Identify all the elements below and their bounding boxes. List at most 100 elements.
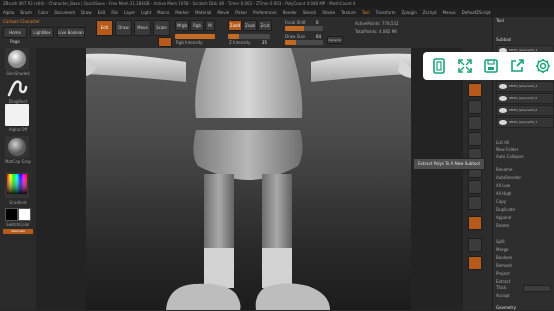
zsub-button[interactable]: Zsub	[243, 20, 257, 31]
edit-button[interactable]: Edit	[96, 20, 113, 36]
menu-item-draw[interactable]: Draw	[78, 8, 94, 17]
subtool-item[interactable]: PM3D_Sphere3D_7	[496, 117, 554, 128]
material-button[interactable]	[5, 48, 29, 70]
copy-button[interactable]: Copy	[496, 199, 552, 205]
menu-item-color[interactable]: Color	[35, 8, 51, 17]
draw-button[interactable]: Draw	[115, 20, 132, 36]
color-picker[interactable]	[5, 172, 29, 198]
menu-item-edit[interactable]: Edit	[95, 8, 109, 17]
menu-item-tool[interactable]: Tool	[359, 8, 373, 17]
settings-icon[interactable]	[534, 57, 552, 75]
menu-item-marker[interactable]: Marker	[172, 8, 192, 17]
accept-button[interactable]: Accept	[496, 293, 552, 299]
alpha-button[interactable]	[5, 104, 29, 126]
shelf-button-3[interactable]	[468, 116, 482, 130]
menu-item-zscript[interactable]: Zscript	[420, 8, 440, 17]
all-high-button[interactable]: All High	[496, 191, 552, 197]
menu-item-render[interactable]: Render	[280, 8, 300, 17]
all-low-button[interactable]: All Low	[496, 183, 552, 189]
list-all-button[interactable]: List All	[496, 140, 552, 146]
autoreorder-button[interactable]: AutoReorder	[496, 175, 552, 181]
tool-header: Tool	[496, 18, 504, 23]
alternate-button[interactable]: Alternate	[3, 229, 33, 234]
subtool-name: PM3D_Sphere3D_6	[509, 108, 538, 112]
fullscreen-icon[interactable]	[456, 57, 474, 75]
primary-color-swatch[interactable]	[5, 208, 18, 221]
shelf-button-8[interactable]	[468, 196, 482, 210]
focal-shift-slider[interactable]	[285, 26, 323, 31]
menu-item-stroke[interactable]: Stroke	[319, 8, 338, 17]
menu-item-picker[interactable]: Picker	[232, 8, 250, 17]
rgb-intensity-slider[interactable]	[175, 34, 215, 39]
subtool-name: PM3D_Sphere3D_4	[509, 84, 538, 88]
draw-size-slider[interactable]	[285, 40, 323, 45]
save-icon[interactable]	[482, 57, 500, 75]
shelf-button-7[interactable]	[468, 180, 482, 194]
shelf-button-4[interactable]	[468, 132, 482, 146]
auto-collapse-button[interactable]: Auto Collapse	[496, 154, 552, 160]
menu-item-texture[interactable]: Texture	[338, 8, 359, 17]
move-button[interactable]: Move	[134, 20, 151, 36]
project-label: Cartoon Character	[3, 19, 40, 24]
subtool-item[interactable]: PM3D_Sphere3D_6	[496, 105, 554, 116]
menu-item-alpha[interactable]: Alpha	[0, 8, 17, 17]
z-intensity-slider[interactable]	[228, 34, 270, 39]
rgb-button[interactable]: Rgb	[190, 20, 204, 31]
rename-button[interactable]: Rename	[496, 167, 552, 173]
remesh-button[interactable]: Remesh	[496, 263, 552, 269]
zcut-button[interactable]: Zcut	[258, 20, 272, 31]
merge-button[interactable]: Merge	[496, 247, 552, 253]
matcap-button[interactable]	[5, 136, 29, 158]
menu-item-movie[interactable]: Movie	[214, 8, 232, 17]
project-button[interactable]: Project	[496, 271, 552, 277]
menu-item-layer[interactable]: Layer	[121, 8, 138, 17]
shelf-button-2[interactable]	[468, 100, 482, 114]
scale-button[interactable]: Scale	[153, 20, 170, 36]
menu-item-stencil[interactable]: Stencil	[300, 8, 320, 17]
live-boolean-button[interactable]: Live Boolean	[57, 27, 85, 38]
left-panel: SkinShade4 DragRect Alpha Off MatCap Gra…	[0, 48, 36, 310]
menu-item-transform[interactable]: Transform	[373, 8, 399, 17]
new-folder-button[interactable]: New Folder	[496, 147, 552, 153]
subtool-item[interactable]: PM3D_Sphere3D_4	[496, 81, 554, 92]
subtool-thumbnail-icon	[499, 96, 507, 101]
subtool-item[interactable]: PM3D_Sphere3D_5	[496, 93, 554, 104]
shelf-button-9[interactable]	[468, 238, 482, 252]
shelf-orange-button-3[interactable]	[468, 256, 482, 270]
brush-button[interactable]	[5, 76, 29, 98]
menu-bar: Alpha Brush Color Document Draw Edit File Layer…	[0, 8, 554, 17]
frame-icon[interactable]	[430, 57, 448, 75]
matcap-label: MatCap Gray	[4, 159, 32, 164]
shelf-orange-button-1[interactable]	[468, 83, 482, 97]
draw-size-label: Draw Size	[285, 34, 305, 39]
secondary-color-swatch[interactable]	[18, 208, 31, 221]
menu-item-light[interactable]: Light	[138, 8, 154, 17]
viewport-canvas[interactable]	[86, 48, 411, 310]
share-icon[interactable]	[508, 57, 526, 75]
duplicate-button[interactable]: Duplicate	[496, 207, 552, 213]
focal-shift-label: Focal Shift	[285, 20, 306, 25]
lightbox-button[interactable]: LightBox	[30, 27, 54, 38]
boolean-button[interactable]: Boolean	[496, 255, 552, 261]
shelf-orange-button-2[interactable]	[468, 216, 482, 230]
menu-item-brush[interactable]: Brush	[17, 8, 35, 17]
menu-item-zplugin[interactable]: Zplugin	[399, 8, 420, 17]
geometry-header[interactable]: Geometry	[496, 305, 552, 311]
dynamic-button[interactable]: Dynamic	[327, 36, 343, 44]
menu-item-file[interactable]: File	[108, 8, 121, 17]
menu-item-macro[interactable]: Macro	[154, 8, 172, 17]
menu-right-item-menus[interactable]: Menus	[440, 8, 459, 17]
zadd-button[interactable]: Zadd	[228, 20, 242, 31]
append-button[interactable]: Append	[496, 215, 552, 221]
menu-item-document[interactable]: Document	[51, 8, 78, 17]
home-page-button[interactable]: Home Page	[3, 27, 27, 44]
rotate-button[interactable]	[158, 37, 172, 47]
menu-item-material[interactable]: Material	[192, 8, 214, 17]
delete-button[interactable]: Delete	[496, 223, 552, 229]
menu-right-item-defaultzscript[interactable]: DefaultZScript	[459, 8, 494, 17]
m-button[interactable]: M	[205, 20, 215, 31]
mrgb-button[interactable]: Mrgb	[175, 20, 189, 31]
menu-item-preferences[interactable]: Preferences	[250, 8, 280, 17]
right-shelf	[463, 48, 492, 310]
split-button[interactable]: Split	[496, 239, 552, 245]
